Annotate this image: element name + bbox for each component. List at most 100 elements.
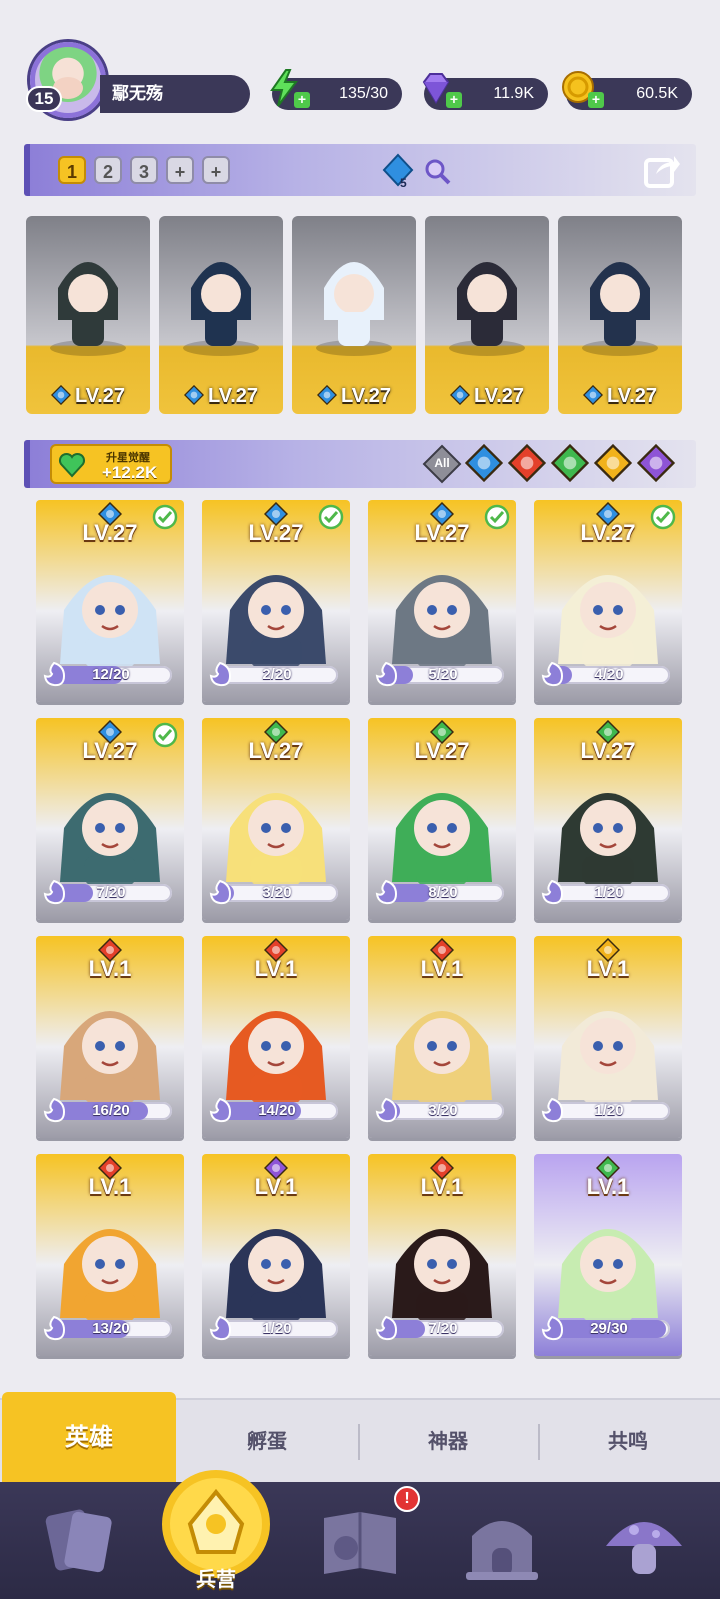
- filter-water[interactable]: [464, 443, 505, 484]
- light-filter-element-icon: [593, 443, 633, 483]
- shard-count: 13/20: [92, 1320, 130, 1337]
- search-icon[interactable]: [422, 156, 452, 186]
- hero-card[interactable]: LV.1 1/20: [534, 936, 682, 1138]
- filter-fire[interactable]: [507, 443, 548, 484]
- team-hero-card[interactable]: LV.27: [425, 216, 549, 414]
- nav-barracks-label: 兵营: [196, 1569, 236, 1591]
- shard-count: 14/20: [258, 1102, 296, 1119]
- hero-level: LV.1: [420, 956, 464, 981]
- team-hero-card[interactable]: LV.27: [26, 216, 150, 414]
- shard-count: 3/20: [262, 884, 292, 901]
- team-hero-level: LV.27: [159, 385, 283, 408]
- soul-shard-icon: [43, 661, 66, 687]
- shard-count: 4/20: [594, 666, 624, 683]
- soul-shard-icon: [375, 661, 398, 687]
- soul-shard-icon: [209, 661, 232, 687]
- add-team-slot-button[interactable]: +: [166, 156, 194, 184]
- player-name: 鄢无殇: [100, 75, 250, 113]
- diamond-resource[interactable]: + 11.9K: [422, 73, 548, 110]
- hero-portrait: [392, 793, 492, 886]
- shard-progress-bar: 4/20: [548, 666, 670, 684]
- shard-progress-bar: 13/20: [50, 1320, 172, 1338]
- hero-card[interactable]: LV.27 1/20: [534, 718, 682, 920]
- nav-castle[interactable]: [452, 1492, 552, 1592]
- team-slot-1[interactable]: 1: [58, 156, 86, 184]
- add-gold-icon[interactable]: +: [588, 92, 604, 108]
- hero-level: LV.1: [420, 1174, 464, 1199]
- add-energy-icon[interactable]: +: [294, 92, 310, 108]
- nav-cards[interactable]: [28, 1492, 128, 1592]
- water-element-icon: [582, 385, 603, 405]
- hero-level: LV.1: [254, 956, 298, 981]
- nav-mushroom[interactable]: [594, 1492, 694, 1592]
- gold-resource[interactable]: + 60.5K: [562, 71, 692, 110]
- team-hero-card[interactable]: LV.27: [292, 216, 416, 414]
- hero-portrait: [558, 793, 658, 886]
- team-hero-card[interactable]: LV.27: [159, 216, 283, 414]
- soul-shard-icon: [375, 1315, 398, 1341]
- water-element-icon: [382, 153, 414, 187]
- tab-heroes[interactable]: 英雄: [2, 1392, 176, 1484]
- tab-artifacts[interactable]: 神器: [360, 1400, 536, 1484]
- filter-all[interactable]: All: [422, 444, 462, 484]
- hero-portrait: [60, 1011, 160, 1104]
- hero-card[interactable]: LV.27 5/20: [368, 500, 516, 702]
- star-awaken-button[interactable]: 升星觉醒 +12.2K: [50, 444, 172, 484]
- filter-dark[interactable]: [636, 443, 677, 484]
- hero-level: LV.1: [254, 1174, 298, 1199]
- shard-count: 29/30: [590, 1320, 628, 1337]
- team-gem-indicator[interactable]: 5: [378, 152, 418, 192]
- shard-progress-bar: 14/20: [216, 1102, 338, 1120]
- filter-light[interactable]: [593, 443, 634, 484]
- hero-portrait: [558, 575, 658, 668]
- team-hero-card[interactable]: LV.27: [558, 216, 682, 414]
- hero-card[interactable]: LV.27 2/20: [202, 500, 350, 702]
- filter-wind[interactable]: [550, 443, 591, 484]
- awaken-value: +12.2K: [102, 463, 158, 482]
- shard-count: 2/20: [262, 666, 292, 683]
- hero-card[interactable]: LV.27 8/20: [368, 718, 516, 920]
- shard-progress-bar: 7/20: [50, 884, 172, 902]
- energy-resource[interactable]: + 135/30: [270, 69, 402, 110]
- hero-portrait: [183, 262, 259, 356]
- hero-card[interactable]: LV.27 3/20: [202, 718, 350, 920]
- soul-shard-icon: [375, 879, 398, 905]
- hero-portrait: [316, 262, 392, 356]
- team-hero-level: LV.27: [425, 385, 549, 408]
- hero-portrait: [226, 793, 326, 886]
- soul-shard-icon: [541, 661, 564, 687]
- hero-card[interactable]: LV.1 14/20: [202, 936, 350, 1138]
- hero-card[interactable]: LV.1 3/20: [368, 936, 516, 1138]
- shard-count: 16/20: [92, 1102, 130, 1119]
- hero-card[interactable]: LV.1 7/20: [368, 1154, 516, 1356]
- team-slot-2[interactable]: 2: [94, 156, 122, 184]
- hero-card[interactable]: LV.27 7/20: [36, 718, 184, 920]
- add-team-slot-button[interactable]: +: [202, 156, 230, 184]
- team-hero-level: LV.27: [558, 385, 682, 408]
- shard-progress-bar: 8/20: [382, 884, 504, 902]
- hero-card[interactable]: LV.27 4/20: [534, 500, 682, 702]
- team-hero-level-text: LV.27: [207, 385, 259, 407]
- all-filter-label: All: [434, 456, 450, 470]
- team-slot-3[interactable]: 3: [130, 156, 158, 184]
- hero-level: LV.27: [580, 738, 636, 763]
- hero-level: LV.1: [586, 1174, 630, 1199]
- hero-card[interactable]: LV.1 13/20: [36, 1154, 184, 1356]
- shard-count: 7/20: [428, 1320, 458, 1337]
- team-hero-level-text: LV.27: [606, 385, 658, 407]
- share-icon[interactable]: [642, 150, 682, 190]
- nav-map[interactable]: !: [310, 1486, 420, 1592]
- soul-shard-icon: [375, 1097, 398, 1123]
- hero-portrait: [558, 1011, 658, 1104]
- hero-card[interactable]: LV.1 29/30: [534, 1154, 682, 1356]
- hero-card[interactable]: LV.1 1/20: [202, 1154, 350, 1356]
- shard-progress-bar: 5/20: [382, 666, 504, 684]
- diamond-value: 11.9K: [493, 85, 534, 102]
- hero-card[interactable]: LV.27 12/20: [36, 500, 184, 702]
- tab-resonance[interactable]: 共鸣: [540, 1400, 716, 1484]
- nav-barracks[interactable]: 兵营: [160, 1462, 272, 1599]
- water-element-icon: [183, 385, 204, 405]
- team-hero-level-text: LV.27: [340, 385, 392, 407]
- add-diamond-icon[interactable]: +: [446, 92, 462, 108]
- hero-card[interactable]: LV.1 16/20: [36, 936, 184, 1138]
